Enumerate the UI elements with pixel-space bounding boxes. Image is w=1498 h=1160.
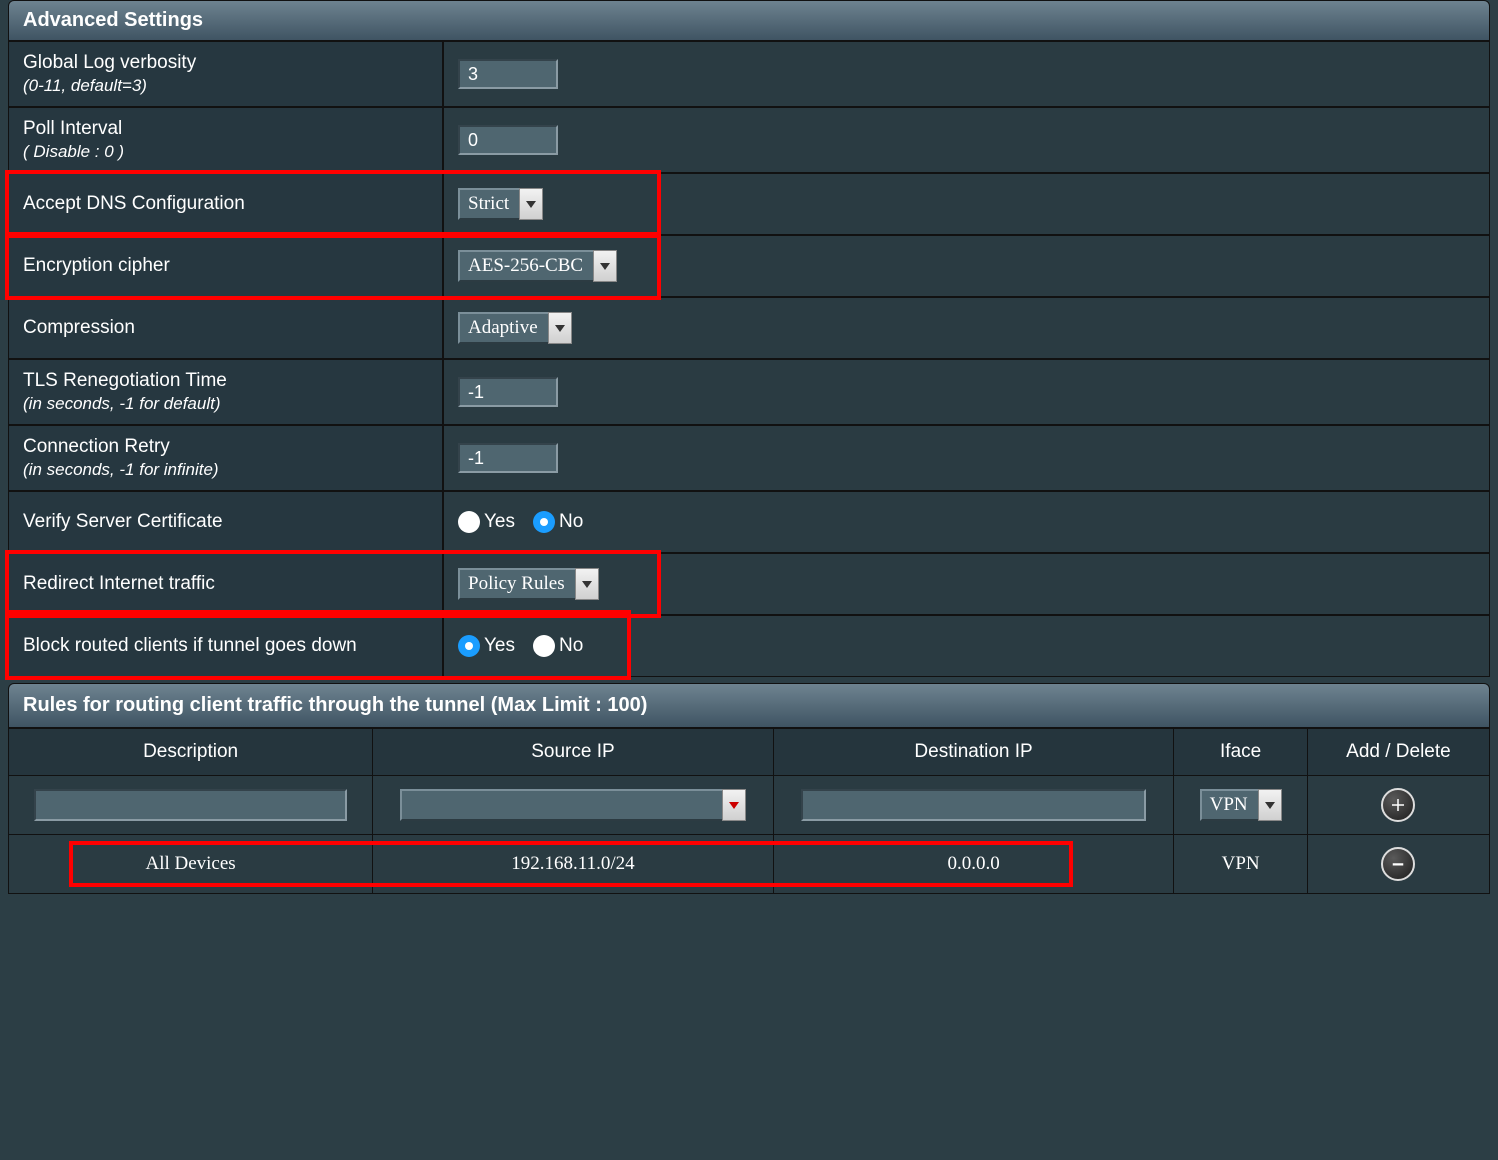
rule-source-ip: 192.168.11.0/24 <box>373 835 774 894</box>
select-text: Policy Rules <box>458 568 575 600</box>
value-accept-dns: Strict <box>443 173 1490 235</box>
radio-block-no[interactable]: No <box>533 635 583 657</box>
label-text: TLS Renegotiation Time <box>23 370 227 392</box>
label-text: Block routed clients if tunnel goes down <box>23 635 357 657</box>
value-poll-interval <box>443 107 1490 173</box>
plus-icon <box>1389 796 1407 814</box>
select-text: AES-256-CBC <box>458 250 593 282</box>
chevron-down-icon <box>593 250 617 282</box>
label-text: Redirect Internet traffic <box>23 573 215 595</box>
label-text: Encryption cipher <box>23 255 170 277</box>
col-add-delete: Add / Delete <box>1307 729 1489 776</box>
label-poll-interval: Poll Interval ( Disable : 0 ) <box>8 107 443 173</box>
label-encryption-cipher: Encryption cipher <box>8 235 443 297</box>
value-tls-reneg <box>443 359 1490 425</box>
value-redirect-traffic: Policy Rules <box>443 553 1490 615</box>
chevron-down-icon <box>548 312 572 344</box>
chevron-down-icon <box>575 568 599 600</box>
select-compression[interactable]: Adaptive <box>458 312 572 344</box>
value-compression: Adaptive <box>443 297 1490 359</box>
rules-input-row: VPN <box>9 776 1490 835</box>
settings-container: Advanced Settings Global Log verbosity (… <box>0 0 1498 902</box>
input-poll-interval[interactable] <box>458 125 558 155</box>
select-text: VPN <box>1200 789 1258 821</box>
radio-block-yes[interactable]: Yes <box>458 635 515 657</box>
select-text: Adaptive <box>458 312 548 344</box>
advanced-settings-header: Advanced Settings <box>8 0 1490 41</box>
label-block-routed: Block routed clients if tunnel goes down <box>8 615 443 677</box>
label-log-verbosity: Global Log verbosity (0-11, default=3) <box>8 41 443 107</box>
input-rule-dest-ip[interactable] <box>801 789 1146 821</box>
label-conn-retry: Connection Retry (in seconds, -1 for inf… <box>8 425 443 491</box>
label-accept-dns: Accept DNS Configuration <box>8 173 443 235</box>
rules-table: Description Source IP Destination IP Ifa… <box>8 728 1490 894</box>
select-rule-iface[interactable]: VPN <box>1200 789 1282 821</box>
radio-verify-yes[interactable]: Yes <box>458 511 515 533</box>
chevron-down-icon <box>1258 789 1282 821</box>
label-text: Verify Server Certificate <box>23 511 223 533</box>
label-text: Poll Interval <box>23 118 122 140</box>
label-text: Global Log verbosity <box>23 52 196 74</box>
label-text: Accept DNS Configuration <box>23 193 245 215</box>
rules-header-row: Description Source IP Destination IP Ifa… <box>9 729 1490 776</box>
chevron-down-icon <box>519 188 543 220</box>
value-block-routed: Yes No <box>443 615 1490 677</box>
value-encryption-cipher: AES-256-CBC <box>443 235 1490 297</box>
label-sub: (in seconds, -1 for default) <box>23 394 220 414</box>
add-rule-button[interactable] <box>1381 788 1415 822</box>
input-log-verbosity[interactable] <box>458 59 558 89</box>
value-log-verbosity <box>443 41 1490 107</box>
rules-data-row: All Devices 192.168.11.0/24 0.0.0.0 VPN <box>9 835 1490 894</box>
radio-verify-no[interactable]: No <box>533 511 583 533</box>
label-verify-cert: Verify Server Certificate <box>8 491 443 553</box>
label-sub: (in seconds, -1 for infinite) <box>23 460 219 480</box>
input-tls-reneg[interactable] <box>458 377 558 407</box>
col-iface: Iface <box>1174 729 1308 776</box>
value-conn-retry <box>443 425 1490 491</box>
label-text: Connection Retry <box>23 436 170 458</box>
label-tls-reneg: TLS Renegotiation Time (in seconds, -1 f… <box>8 359 443 425</box>
label-text: Compression <box>23 317 135 339</box>
radio-icon <box>533 635 555 657</box>
select-text <box>400 789 721 821</box>
radio-label: No <box>559 635 583 657</box>
radio-label: No <box>559 511 583 533</box>
input-conn-retry[interactable] <box>458 443 558 473</box>
label-sub: ( Disable : 0 ) <box>23 142 124 162</box>
chevron-down-icon <box>722 789 746 821</box>
label-redirect-traffic: Redirect Internet traffic <box>8 553 443 615</box>
radio-row-block-routed: Yes No <box>458 635 583 657</box>
radio-icon <box>533 511 555 533</box>
minus-icon <box>1389 855 1407 873</box>
rules-section-header: Rules for routing client traffic through… <box>8 683 1490 728</box>
rule-iface: VPN <box>1174 835 1308 894</box>
select-encryption-cipher[interactable]: AES-256-CBC <box>458 250 617 282</box>
col-source-ip: Source IP <box>373 729 774 776</box>
col-dest-ip: Destination IP <box>773 729 1174 776</box>
rule-dest-ip: 0.0.0.0 <box>773 835 1174 894</box>
select-accept-dns[interactable]: Strict <box>458 188 543 220</box>
rule-description: All Devices <box>9 835 373 894</box>
radio-row-verify-cert: Yes No <box>458 511 583 533</box>
advanced-settings-grid: Global Log verbosity (0-11, default=3) P… <box>8 41 1490 677</box>
col-description: Description <box>9 729 373 776</box>
value-verify-cert: Yes No <box>443 491 1490 553</box>
select-rule-source-ip[interactable] <box>400 789 745 821</box>
input-rule-description[interactable] <box>34 789 346 821</box>
radio-label: Yes <box>484 511 515 533</box>
radio-icon <box>458 635 480 657</box>
radio-label: Yes <box>484 635 515 657</box>
delete-rule-button[interactable] <box>1381 847 1415 881</box>
label-compression: Compression <box>8 297 443 359</box>
label-sub: (0-11, default=3) <box>23 76 147 96</box>
select-redirect-traffic[interactable]: Policy Rules <box>458 568 599 600</box>
radio-icon <box>458 511 480 533</box>
select-text: Strict <box>458 188 519 220</box>
